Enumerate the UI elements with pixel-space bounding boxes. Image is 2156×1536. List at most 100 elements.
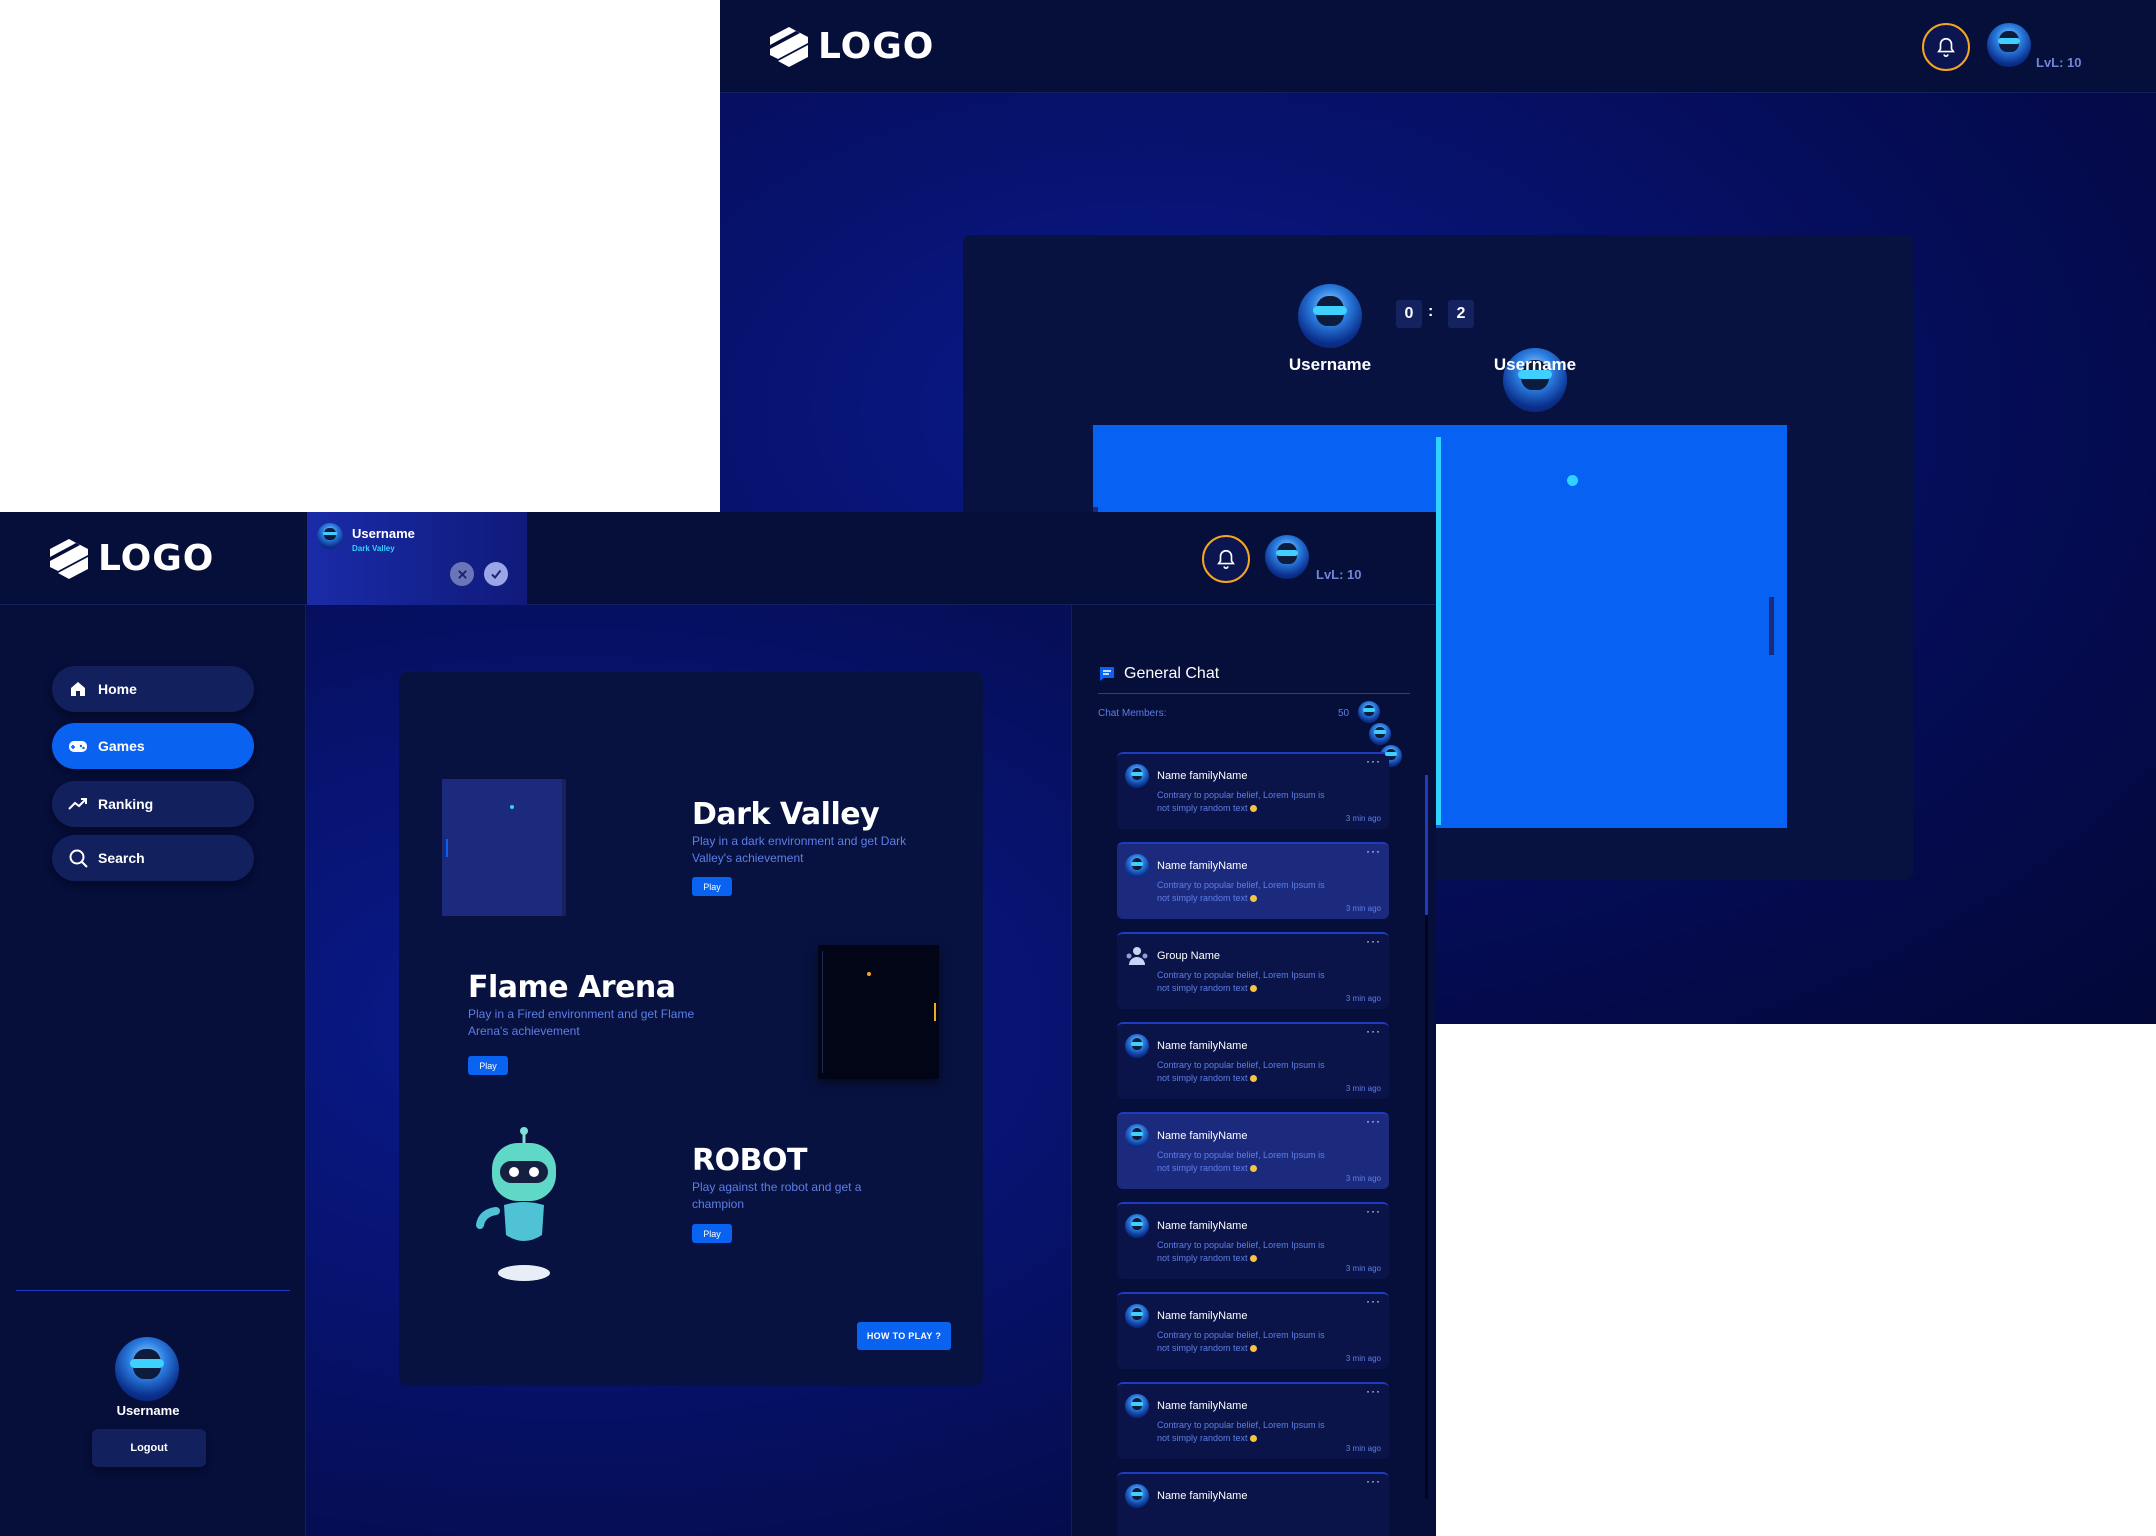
smile-emoji-icon <box>1249 895 1257 903</box>
sidebar-item-label: Home <box>98 681 137 697</box>
trending-up-icon <box>68 798 87 810</box>
message-author: Name familyName <box>1157 1400 1248 1412</box>
bell-icon <box>1937 37 1955 57</box>
preview-ball <box>510 805 514 809</box>
message-avatar <box>1125 1484 1149 1508</box>
chat-message[interactable]: Name familyName Contrary to popular beli… <box>1117 842 1389 919</box>
score-right: 2 <box>1448 300 1474 328</box>
chat-message[interactable]: Name familyName ··· <box>1117 1472 1389 1536</box>
more-options-icon[interactable]: ··· <box>1366 1294 1381 1308</box>
message-time: 3 min ago <box>1345 1264 1381 1273</box>
chat-scrollbar[interactable] <box>1425 775 1428 1499</box>
smile-emoji-icon <box>1249 1075 1257 1083</box>
game-invite-notification: Username Dark Valley <box>307 512 527 605</box>
chat-message[interactable]: Name familyName Contrary to popular beli… <box>1117 752 1389 829</box>
chat-message[interactable]: Name familyName Contrary to popular beli… <box>1117 1022 1389 1099</box>
chat-scrollbar-thumb[interactable] <box>1425 775 1428 915</box>
play-robot-button[interactable]: Play <box>692 1224 732 1243</box>
logo-text: LOGO <box>98 538 215 579</box>
message-text: Contrary to popular belief, Lorem Ipsum … <box>1157 1330 1325 1353</box>
notifications-button[interactable] <box>1922 23 1970 71</box>
chat-title: General Chat <box>1124 665 1220 682</box>
member-avatar <box>1358 701 1380 723</box>
logo[interactable]: LOGO <box>50 538 214 579</box>
smile-emoji-icon <box>1249 985 1257 993</box>
more-options-icon[interactable]: ··· <box>1366 754 1381 768</box>
message-author: Name familyName <box>1157 860 1248 872</box>
sidebar-item-games[interactable]: Games <box>52 723 254 769</box>
member-avatar <box>1369 723 1391 745</box>
more-options-icon[interactable]: ··· <box>1366 1474 1381 1488</box>
top-bar: LOGO Username Dark Valley LvL: 10 <box>0 512 1436 605</box>
smile-emoji-icon <box>1249 805 1257 813</box>
more-options-icon[interactable]: ··· <box>1366 1024 1381 1038</box>
chat-divider <box>1098 693 1410 694</box>
preview-paddle <box>446 839 448 857</box>
game-title-flame-arena: Flame Arena <box>468 970 676 1005</box>
gamepad-icon <box>69 741 87 752</box>
group-icon <box>1126 947 1148 965</box>
sidebar-divider <box>16 1290 290 1291</box>
preview-paddle <box>822 951 823 1073</box>
chat-message[interactable]: Name familyName Contrary to popular beli… <box>1117 1292 1389 1369</box>
message-text: Contrary to popular belief, Lorem Ipsum … <box>1157 1060 1325 1083</box>
player-left-avatar <box>1298 284 1362 348</box>
decline-invite-button[interactable] <box>450 562 474 586</box>
message-author: Name familyName <box>1157 1310 1248 1322</box>
message-author: Name familyName <box>1157 1040 1248 1052</box>
bell-icon <box>1217 549 1235 569</box>
more-options-icon[interactable]: ··· <box>1366 844 1381 858</box>
message-avatar <box>1125 1394 1149 1418</box>
smile-emoji-icon <box>1249 1435 1257 1443</box>
more-options-icon[interactable]: ··· <box>1366 1114 1381 1128</box>
user-avatar[interactable] <box>1987 23 2031 67</box>
user-avatar[interactable] <box>1265 535 1309 579</box>
profile-username: Username <box>116 1403 180 1418</box>
sidebar-item-search[interactable]: Search <box>52 835 254 881</box>
chat-message[interactable]: Name familyName Contrary to popular beli… <box>1117 1112 1389 1189</box>
notifications-button[interactable] <box>1202 535 1250 583</box>
message-text: Contrary to popular belief, Lorem Ipsum … <box>1157 1150 1325 1173</box>
home-icon <box>71 682 85 696</box>
message-time: 3 min ago <box>1345 1354 1381 1363</box>
message-time: 3 min ago <box>1345 904 1381 913</box>
message-avatar <box>1125 854 1149 878</box>
chat-message[interactable]: Name familyName Contrary to popular beli… <box>1117 1202 1389 1279</box>
smile-emoji-icon <box>1249 1255 1257 1263</box>
preview-ball <box>867 972 871 976</box>
more-options-icon[interactable]: ··· <box>1366 1204 1381 1218</box>
sidebar-item-label: Ranking <box>98 796 154 812</box>
level-label: LvL: 10 <box>2036 55 2082 70</box>
play-flame-arena-button[interactable]: Play <box>468 1056 508 1075</box>
ball <box>1567 475 1578 486</box>
message-time: 3 min ago <box>1345 1444 1381 1453</box>
message-text: Contrary to popular belief, Lorem Ipsum … <box>1157 1240 1325 1263</box>
more-options-icon[interactable]: ··· <box>1366 934 1381 948</box>
message-avatar <box>1125 1124 1149 1148</box>
profile-avatar[interactable] <box>115 1337 179 1401</box>
message-author: Name familyName <box>1157 770 1248 782</box>
message-avatar <box>1125 1214 1149 1238</box>
play-dark-valley-button[interactable]: Play <box>692 877 732 896</box>
logo-icon <box>770 26 808 67</box>
message-time: 3 min ago <box>1345 814 1381 823</box>
message-time: 3 min ago <box>1345 994 1381 1003</box>
smile-emoji-icon <box>1249 1165 1257 1173</box>
games-card: Dark Valley Play in a dark environment a… <box>399 672 983 1386</box>
player-left-name: Username <box>1288 355 1372 374</box>
accept-invite-button[interactable] <box>484 562 508 586</box>
sidebar-item-home[interactable]: Home <box>52 666 254 712</box>
logo[interactable]: LOGO <box>770 26 934 67</box>
chat-message[interactable]: Group Name Contrary to popular belief, L… <box>1117 932 1389 1009</box>
top-bar: LOGO LvL: 10 <box>720 0 2156 93</box>
chat-message[interactable]: Name familyName Contrary to popular beli… <box>1117 1382 1389 1459</box>
how-to-play-button[interactable]: HOW TO PLAY ? <box>857 1322 951 1350</box>
game-desc-robot: Play against the robot and get a champio… <box>692 1180 862 1211</box>
sidebar-item-ranking[interactable]: Ranking <box>52 781 254 827</box>
sidebar-item-label: Search <box>98 850 145 866</box>
more-options-icon[interactable]: ··· <box>1366 1384 1381 1398</box>
check-icon <box>491 569 502 580</box>
chat-panel: General Chat Chat Members: 50 Name famil… <box>1071 605 1436 1536</box>
game-desc-flame-arena: Play in a Fired environment and get Flam… <box>468 1007 695 1038</box>
logout-button[interactable]: Logout <box>92 1429 206 1467</box>
